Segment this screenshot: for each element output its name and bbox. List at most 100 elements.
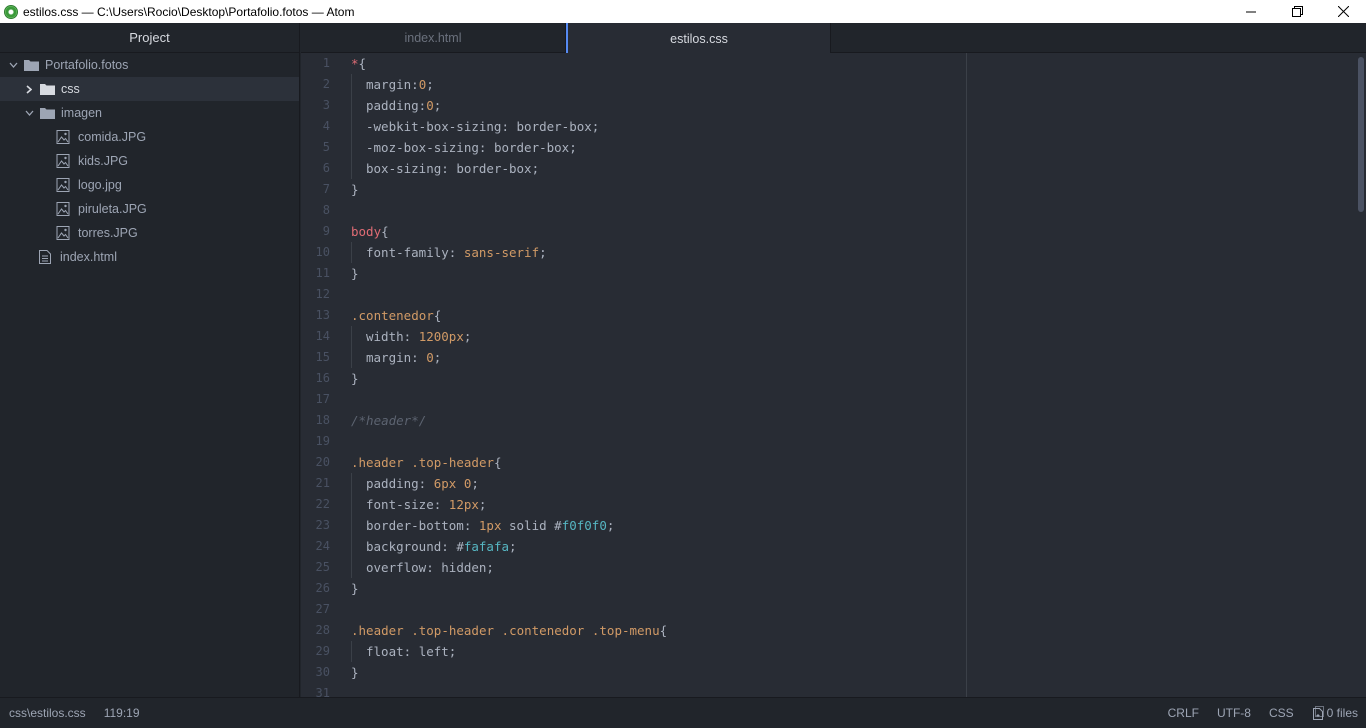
line-number: 9 xyxy=(322,224,330,238)
code-line: padding: 6px 0; xyxy=(351,473,1366,494)
files-icon xyxy=(1312,706,1324,720)
line-number: 4 xyxy=(322,119,330,133)
image-file-icon xyxy=(56,202,70,216)
line-number: 27 xyxy=(315,602,330,616)
code-line: /*header*/ xyxy=(351,413,427,428)
tree-item-label: logo.jpg xyxy=(78,178,122,192)
tree-item-label: comida.JPG xyxy=(78,130,147,144)
code-line: body{ xyxy=(351,224,389,239)
chevron-down-icon[interactable] xyxy=(24,110,34,116)
code-line: } xyxy=(351,371,359,386)
minimize-button[interactable] xyxy=(1228,0,1274,23)
status-encoding[interactable]: UTF-8 xyxy=(1217,706,1251,720)
line-number: 7 xyxy=(322,182,330,196)
line-number: 11 xyxy=(315,266,330,280)
code-line: .header .top-header{ xyxy=(351,455,502,470)
tree-file-index[interactable]: index.html xyxy=(0,245,299,269)
code-line: margin: 0; xyxy=(351,347,1366,368)
line-number: 21 xyxy=(315,476,330,490)
status-git-files[interactable]: 0 files xyxy=(1312,706,1358,720)
tree-file-comida[interactable]: comida.JPG xyxy=(0,125,299,149)
code-line: *{ xyxy=(351,56,367,71)
status-file-path[interactable]: css\estilos.css xyxy=(9,706,86,720)
image-file-icon xyxy=(56,130,70,144)
code-editor[interactable]: 1 2 3 4 5 6 7 8 9 10 11 12 13 14 15 16 17 18 19 20 21 22 23 24 2… xyxy=(301,53,1366,697)
folder-icon xyxy=(40,107,55,119)
image-file-icon xyxy=(56,178,70,192)
tree-item-label: imagen xyxy=(61,106,102,120)
code-line: -moz-box-sizing: border-box; xyxy=(351,137,1366,158)
code-line: } xyxy=(351,581,359,596)
line-number: 16 xyxy=(315,371,330,385)
tree-file-piruleta[interactable]: piruleta.JPG xyxy=(0,197,299,221)
line-number: 25 xyxy=(315,560,330,574)
title-bar: estilos.css — C:\Users\Rocio\Desktop\Por… xyxy=(0,0,1366,23)
folder-icon xyxy=(24,59,39,71)
code-content[interactable]: *{ margin:0; padding:0; -webkit-box-sizi… xyxy=(351,53,1366,697)
tab-bar: index.html estilos.css xyxy=(301,23,1366,54)
window-title: estilos.css — C:\Users\Rocio\Desktop\Por… xyxy=(23,4,355,19)
tab-index-html[interactable]: index.html xyxy=(301,23,566,53)
line-number: 30 xyxy=(315,665,330,679)
restore-icon xyxy=(1291,6,1303,17)
tree-file-torres[interactable]: torres.JPG xyxy=(0,221,299,245)
chevron-down-icon[interactable] xyxy=(8,62,18,68)
sidebar-header: Project xyxy=(0,23,299,53)
code-line: box-sizing: border-box; xyxy=(351,158,1366,179)
tree-item-label: css xyxy=(61,82,80,96)
status-line-ending[interactable]: CRLF xyxy=(1168,706,1199,720)
line-number: 26 xyxy=(315,581,330,595)
code-line: float: left; xyxy=(351,641,1366,662)
project-sidebar: Project Portafolio.fotos css imagen comi… xyxy=(0,23,300,697)
close-button[interactable] xyxy=(1320,0,1366,23)
tree-folder-imagen[interactable]: imagen xyxy=(0,101,299,125)
line-number: 19 xyxy=(315,434,330,448)
tree-item-label: torres.JPG xyxy=(78,226,138,240)
image-file-icon xyxy=(56,226,70,240)
code-line: background: #fafafa; xyxy=(351,536,1366,557)
line-number: 18 xyxy=(315,413,330,427)
code-line: border-bottom: 1px solid #f0f0f0; xyxy=(351,515,1366,536)
code-line: } xyxy=(351,266,359,281)
vertical-scrollbar[interactable] xyxy=(1358,57,1364,212)
code-line: font-size: 12px; xyxy=(351,494,1366,515)
text-file-icon xyxy=(38,250,52,264)
tree-folder-css[interactable]: css xyxy=(0,77,299,101)
line-number: 15 xyxy=(315,350,330,364)
chevron-right-icon[interactable] xyxy=(24,84,34,94)
restore-button[interactable] xyxy=(1274,0,1320,23)
code-line: margin:0; xyxy=(351,74,1366,95)
line-number: 10 xyxy=(315,245,330,259)
tab-estilos-css[interactable]: estilos.css xyxy=(566,23,831,54)
status-files-label: 0 files xyxy=(1326,706,1358,720)
code-line: .header .top-header .contenedor .top-men… xyxy=(351,623,668,638)
line-number-gutter: 1 2 3 4 5 6 7 8 9 10 11 12 13 14 15 16 17 18 19 20 21 22 23 24 2… xyxy=(301,53,339,697)
line-number: 1 xyxy=(322,56,330,70)
tree-item-label: piruleta.JPG xyxy=(78,202,147,216)
line-number: 8 xyxy=(322,203,330,217)
tree-file-kids[interactable]: kids.JPG xyxy=(0,149,299,173)
code-line: .contenedor{ xyxy=(351,308,442,323)
status-cursor-position[interactable]: 119:19 xyxy=(104,706,140,720)
line-number: 24 xyxy=(315,539,330,553)
tree-root-folder[interactable]: Portafolio.fotos xyxy=(0,53,299,77)
line-number: 13 xyxy=(315,308,330,322)
line-number: 14 xyxy=(315,329,330,343)
line-number: 5 xyxy=(322,140,330,154)
close-icon xyxy=(1337,6,1349,17)
line-number: 22 xyxy=(315,497,330,511)
status-bar: css\estilos.css 119:19 CRLF UTF-8 CSS 0 … xyxy=(0,697,1366,728)
tree-item-label: index.html xyxy=(60,250,117,264)
status-grammar[interactable]: CSS xyxy=(1269,706,1294,720)
line-number: 20 xyxy=(315,455,330,469)
code-line: width: 1200px; xyxy=(351,326,1366,347)
code-line: } xyxy=(351,182,359,197)
code-line: padding:0; xyxy=(351,95,1366,116)
tree-file-logo[interactable]: logo.jpg xyxy=(0,173,299,197)
